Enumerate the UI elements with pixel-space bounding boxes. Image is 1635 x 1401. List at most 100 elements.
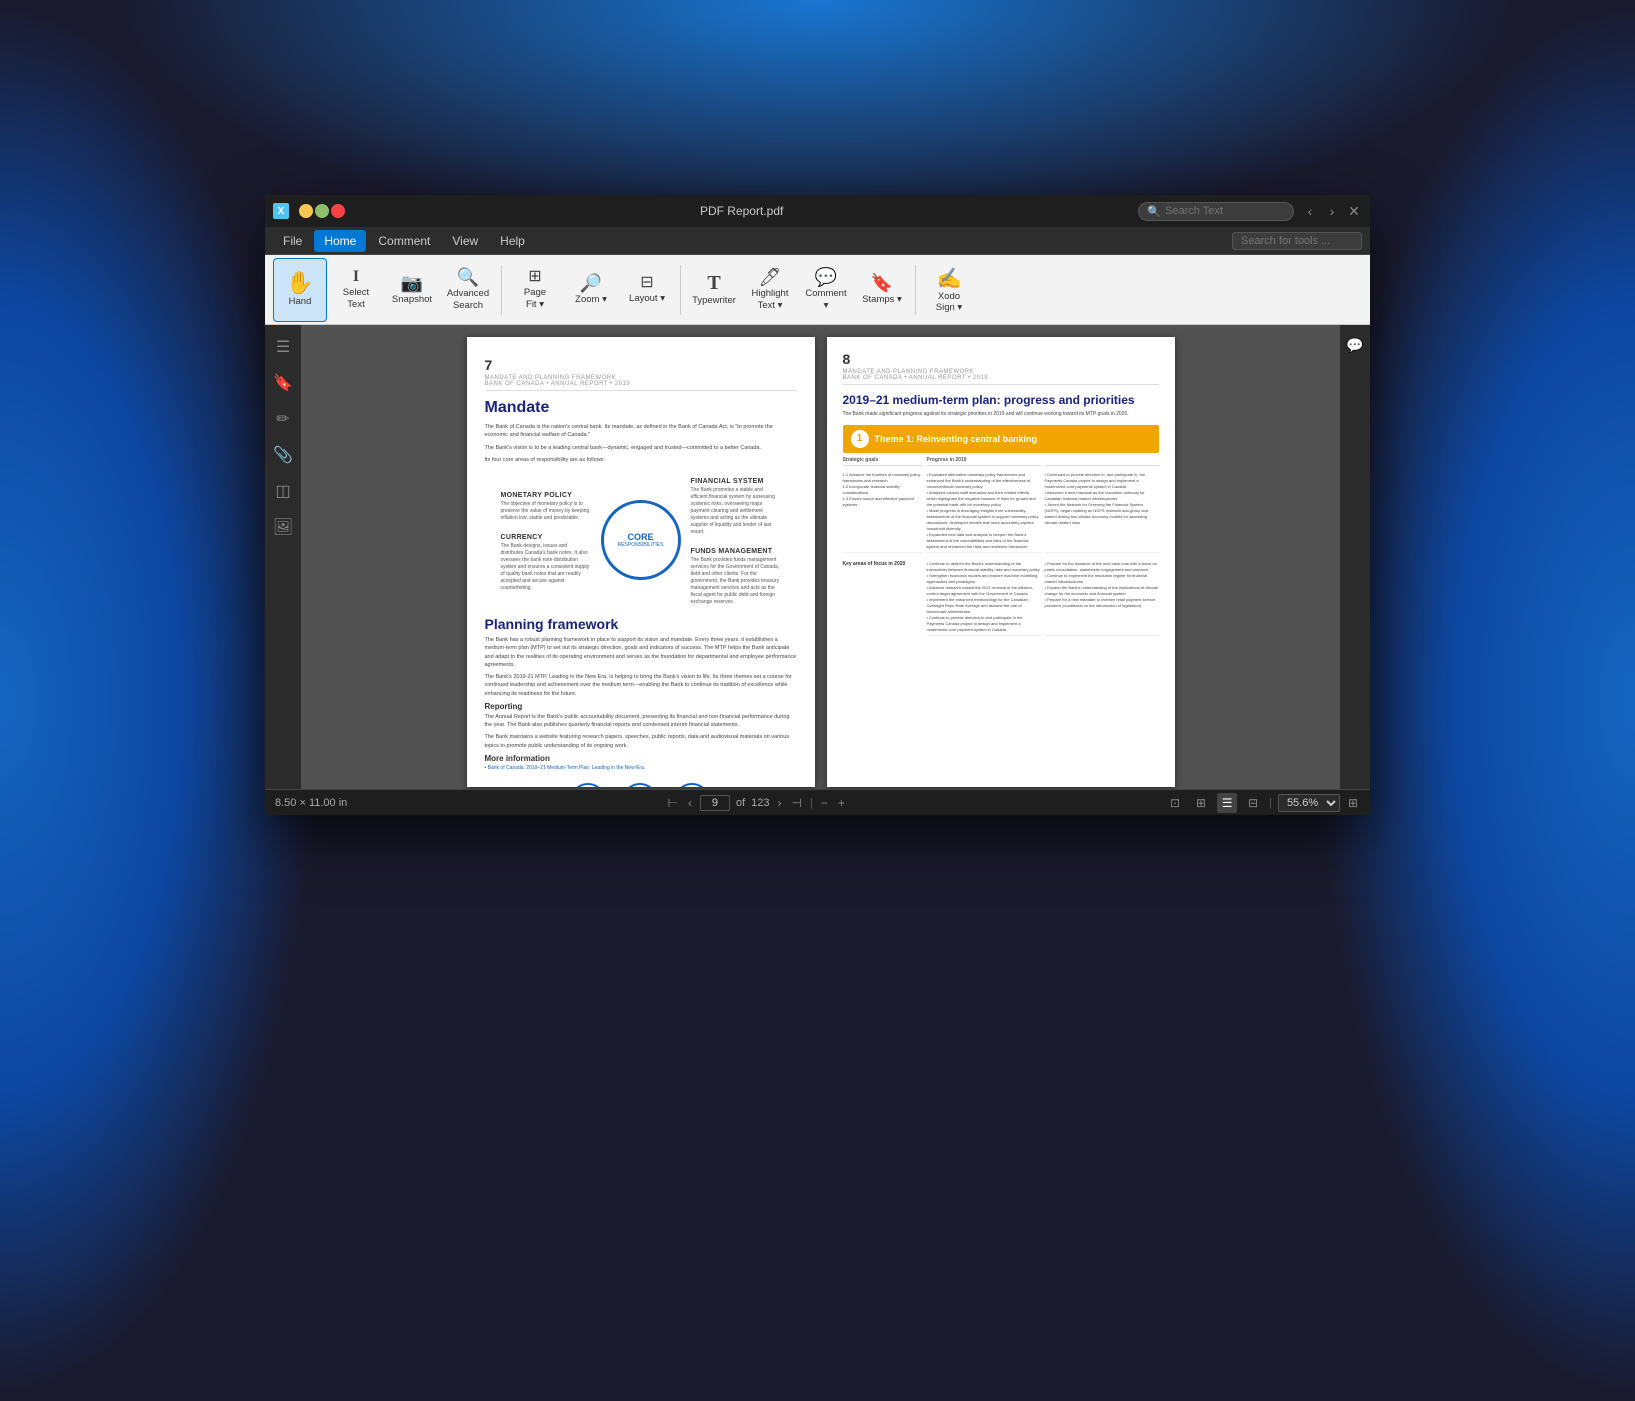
- current-page-input[interactable]: [700, 795, 730, 811]
- zoom-tool[interactable]: 🔎 Zoom ▾: [564, 258, 618, 322]
- sidebar-bookmarks[interactable]: 🔖: [269, 369, 297, 397]
- view-double-button[interactable]: ⊞: [1191, 793, 1211, 813]
- sidebar-attachments[interactable]: 📎: [269, 441, 297, 469]
- core-circle-text: CORE: [627, 532, 653, 543]
- highlight-text-tool[interactable]: 🖊 HighlightText ▾: [743, 258, 797, 322]
- close-icon[interactable]: ✕: [1346, 203, 1362, 219]
- pdf-viewer[interactable]: 7 MANDATE AND PLANNING FRAMEWORK BANK OF…: [301, 325, 1340, 789]
- reporting-title: Reporting: [485, 702, 797, 711]
- xodo-sign-tool[interactable]: ✍ XodoSign ▾: [922, 258, 976, 322]
- separator-3: [915, 265, 916, 315]
- toolbar: ✋ Hand I SelectText 📷 Snapshot 🔍 Advance…: [265, 255, 1370, 325]
- close-button[interactable]: [331, 204, 345, 218]
- search-icon: 🔍: [1147, 205, 1161, 218]
- stamps-label: Stamps ▾: [862, 294, 902, 305]
- stamps-tool[interactable]: 🔖 Stamps ▾: [855, 258, 909, 322]
- title-search-box[interactable]: 🔍: [1138, 202, 1294, 221]
- title-bar-left: X: [273, 203, 345, 219]
- status-sep: |: [810, 797, 813, 809]
- menu-comment[interactable]: Comment: [368, 230, 440, 252]
- menu-help[interactable]: Help: [490, 230, 535, 252]
- theme-label: Theme 1: Reinventing central banking: [875, 434, 1038, 444]
- separator-1: [501, 265, 502, 315]
- mandate-title: Mandate: [485, 399, 797, 417]
- total-pages: 123: [751, 797, 769, 809]
- zoom-fit-button[interactable]: ⊞: [1346, 796, 1360, 810]
- p2: • Analyzed various tariff scenarios and …: [927, 490, 1041, 508]
- planning-text1: The Bank has a robust planning framework…: [485, 636, 797, 669]
- pdf-page-right: 8 MANDATE AND PLANNING FRAMEWORK BANK OF…: [827, 337, 1175, 787]
- sg-line3: 1.3 Ensure sound and effective payment s…: [843, 496, 923, 508]
- title-search-input[interactable]: [1165, 205, 1285, 217]
- page-fit-label: PageFit ▾: [524, 287, 546, 310]
- right-page-title: 2019–21 medium-term plan: progress and p…: [843, 393, 1159, 407]
- right-page-intro: The Bank made significant progress again…: [843, 411, 1159, 419]
- separator-2: [680, 265, 681, 315]
- pdf-pages[interactable]: 7 MANDATE AND PLANNING FRAMEWORK BANK OF…: [301, 325, 1340, 789]
- snapshot-tool[interactable]: 📷 Snapshot: [385, 258, 439, 322]
- last-page-button[interactable]: ⊣: [790, 796, 804, 810]
- content-table: Strategic goals Progress in 2019 1.1 Adv…: [843, 457, 1159, 636]
- xodo-sign-label: XodoSign ▾: [936, 291, 962, 314]
- minimize-button[interactable]: [299, 204, 313, 218]
- funds-title: FUNDS MANAGEMENT: [691, 548, 781, 555]
- p1: • Evaluated alternative monetary policy …: [927, 472, 1041, 490]
- sidebar-signatures[interactable]: 🖼: [269, 513, 297, 541]
- chat-icon[interactable]: 💬: [1343, 333, 1367, 357]
- core-circle: CORE RESPONSIBILITIES: [601, 500, 681, 580]
- strategic-goals-cell: 1.1 Advance the frontiers of monetary po…: [843, 470, 923, 553]
- reinvent-icon: 💡: [570, 783, 606, 787]
- pr3: • Joined the Network for Greening the Fi…: [1045, 502, 1159, 526]
- zoom-label: Zoom ▾: [575, 294, 607, 305]
- menu-home[interactable]: Home: [314, 230, 366, 252]
- sidebar-layers[interactable]: ◫: [269, 477, 297, 505]
- status-right: ⊡ ⊞ ☰ ⊟ | 55.6% ⊞: [1165, 793, 1360, 813]
- view-single-button[interactable]: ⊡: [1165, 793, 1185, 813]
- view-fit-button[interactable]: ⊟: [1243, 793, 1263, 813]
- k4: • Implement the enhanced methodology for…: [927, 597, 1041, 615]
- xodo-sign-icon: ✍: [937, 266, 962, 291]
- status-sep2: |: [1269, 797, 1272, 809]
- window-controls: [299, 204, 345, 218]
- typewriter-tool[interactable]: T Typewriter: [687, 258, 741, 322]
- right-page-number: 8: [843, 351, 1159, 367]
- first-page-button[interactable]: ⊢: [666, 796, 680, 810]
- search-tools-input[interactable]: [1232, 232, 1362, 250]
- p4: • Expanded new data and analysis to deep…: [927, 532, 1041, 550]
- sg-line1: 1.1 Advance the frontiers of monetary po…: [843, 472, 923, 484]
- view-scroll-button[interactable]: ☰: [1217, 793, 1237, 813]
- progress-right-cell: • Continued to provide direction to, and…: [1045, 470, 1159, 553]
- page-fit-tool[interactable]: ⊞ PageFit ▾: [508, 258, 562, 322]
- advanced-search-tool[interactable]: 🔍 AdvancedSearch: [441, 258, 495, 322]
- currency-text: The Bank designs, issues and distributes…: [501, 543, 591, 592]
- next-page-button[interactable]: ›: [776, 796, 784, 810]
- window-title: PDF Report.pdf: [345, 204, 1138, 218]
- menu-file[interactable]: File: [273, 230, 312, 252]
- layout-tool[interactable]: ⊟ Layout ▾: [620, 258, 674, 322]
- zoom-out-button[interactable]: −: [819, 796, 830, 810]
- planning-text2: The Bank's 2019-21 MTP, Leading in the N…: [485, 673, 797, 698]
- zoom-select[interactable]: 55.6%: [1278, 794, 1340, 812]
- typewriter-icon: T: [707, 273, 720, 293]
- nav-back-button[interactable]: ‹: [1302, 203, 1318, 219]
- kr3: • Expand the Bank's understanding of the…: [1045, 585, 1159, 597]
- nav-forward-button[interactable]: ›: [1324, 203, 1340, 219]
- content-area: ☰ 🔖 ✏ 📎 ◫ 🖼 7 MANDATE AND PLANNING FRAME…: [265, 325, 1370, 789]
- prev-page-button[interactable]: ‹: [686, 796, 694, 810]
- key-areas-label: Key areas of focus in 2020: [843, 557, 923, 636]
- sidebar-thumbnails[interactable]: ☰: [269, 333, 297, 361]
- menu-view[interactable]: View: [442, 230, 488, 252]
- hand-tool[interactable]: ✋ Hand: [273, 258, 327, 322]
- progress-left-cell: • Evaluated alternative monetary policy …: [927, 470, 1041, 553]
- snapshot-label: Snapshot: [392, 294, 432, 305]
- status-left: 8.50 × 11.00 in: [275, 797, 347, 809]
- maximize-button[interactable]: [315, 204, 329, 218]
- select-text-tool[interactable]: I SelectText: [329, 258, 383, 322]
- comment-tool[interactable]: 💬 Comment ▾: [799, 258, 853, 322]
- financial-system-text: The Bank promotes a stable and efficient…: [691, 487, 781, 536]
- theme-header: 1 Theme 1: Reinventing central banking: [843, 425, 1159, 453]
- zoom-in-button[interactable]: +: [836, 796, 847, 810]
- layout-icon: ⊟: [640, 275, 653, 291]
- sidebar-annotations[interactable]: ✏: [269, 405, 297, 433]
- advanced-search-label: AdvancedSearch: [447, 288, 489, 311]
